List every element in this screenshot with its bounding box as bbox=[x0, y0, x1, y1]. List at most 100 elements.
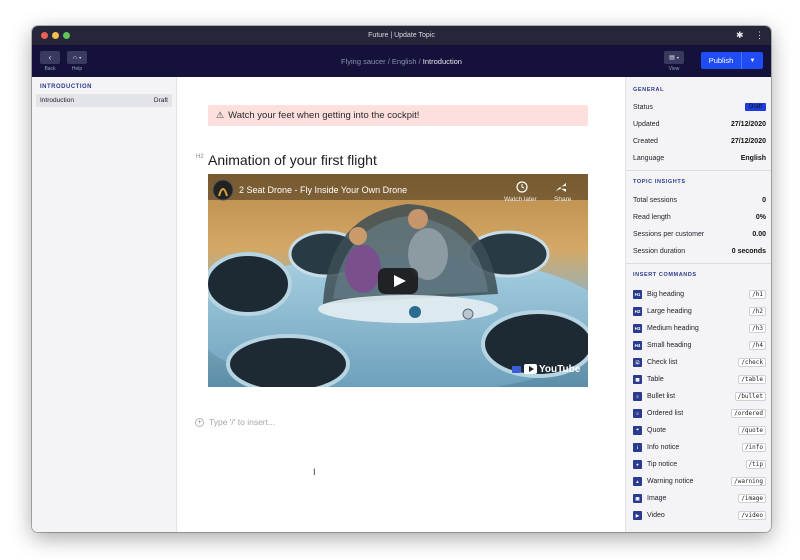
command-label: Quote bbox=[647, 426, 667, 434]
heading-2-icon: H2 bbox=[633, 306, 642, 316]
command-shortcut: /warning bbox=[731, 476, 766, 486]
created-label: Created bbox=[633, 137, 658, 145]
publish-button[interactable]: Publish ▼ bbox=[701, 52, 763, 69]
command-shortcut: /h3 bbox=[749, 323, 766, 333]
editor[interactable]: ⚠ Watch your feet when getting into the … bbox=[178, 77, 625, 532]
read-length-value: 0% bbox=[755, 213, 766, 221]
help-caption: Help bbox=[71, 66, 83, 72]
command-shortcut: /h4 bbox=[749, 340, 766, 350]
language-value[interactable]: English bbox=[741, 155, 766, 162]
watch-later-label[interactable]: Watch later bbox=[504, 196, 537, 203]
command-tip-notice[interactable]: ● Tip notice /tip bbox=[633, 458, 766, 470]
command-label: Large heading bbox=[647, 307, 692, 315]
command-video[interactable]: ▶ Video /video bbox=[633, 509, 766, 521]
warning-notice-text[interactable]: Watch your feet when getting into the co… bbox=[228, 110, 419, 121]
command-shortcut: /info bbox=[741, 442, 766, 452]
plus-icon[interactable]: + bbox=[195, 417, 204, 427]
read-length-row: Read length 0% bbox=[633, 211, 766, 223]
warning-notice[interactable]: ⚠ Watch your feet when getting into the … bbox=[208, 105, 588, 126]
session-duration-value: 0 seconds bbox=[731, 247, 766, 255]
command-label: Small heading bbox=[647, 341, 692, 349]
lightbulb-icon: ● bbox=[633, 459, 642, 469]
breadcrumb-language[interactable]: English bbox=[392, 57, 417, 66]
command-shortcut: /ordered bbox=[731, 408, 766, 418]
video-icon: ▶ bbox=[633, 510, 642, 520]
breadcrumb: Flying saucer / English / Introduction bbox=[341, 57, 462, 66]
command-large-heading[interactable]: H2 Large heading /h2 bbox=[633, 305, 766, 317]
command-shortcut: /check bbox=[738, 357, 766, 367]
status-label: Status bbox=[633, 103, 653, 111]
read-length-label: Read length bbox=[633, 213, 671, 221]
command-warning-notice[interactable]: ▲ Warning notice /warning bbox=[633, 475, 766, 487]
insights-heading: TOPIC INSIGHTS bbox=[633, 179, 686, 185]
created-value: 27/12/2020 bbox=[730, 137, 766, 145]
sidebar-heading: INTRODUCTION bbox=[40, 84, 92, 90]
sessions-per-customer-value: 0.00 bbox=[752, 230, 766, 238]
command-quote[interactable]: ❝ Quote /quote bbox=[633, 424, 766, 436]
publish-dropdown-icon[interactable]: ▼ bbox=[742, 58, 763, 64]
command-label: Tip notice bbox=[647, 460, 678, 468]
view-caption: View bbox=[668, 66, 680, 72]
command-table[interactable]: ▦ Table /table bbox=[633, 373, 766, 385]
info-icon: i bbox=[633, 442, 642, 452]
youtube-brand[interactable]: YouTube bbox=[539, 364, 580, 375]
status-badge: Draft bbox=[153, 97, 168, 104]
status-row: Status Draft bbox=[633, 101, 766, 113]
back-caption: Back bbox=[44, 66, 56, 72]
command-bullet-list[interactable]: ≡ Bullet list /bullet bbox=[633, 390, 766, 402]
captions-icon[interactable] bbox=[512, 366, 521, 373]
close-window-button[interactable] bbox=[41, 32, 48, 39]
command-label: Info notice bbox=[647, 443, 680, 451]
command-big-heading[interactable]: H1 Big heading /h1 bbox=[633, 288, 766, 300]
youtube-embed[interactable]: 2 Seat Drone - Fly Inside Your Own Drone… bbox=[208, 174, 588, 387]
checklist-icon: ☑ bbox=[633, 357, 642, 367]
chevron-down-icon: ▾ bbox=[676, 55, 679, 60]
more-menu-icon[interactable]: ⋮ bbox=[755, 30, 764, 40]
heading-level-tag: H2 bbox=[196, 154, 204, 160]
command-label: Big heading bbox=[647, 290, 684, 298]
extensions-icon[interactable]: ✱ bbox=[736, 30, 746, 40]
publish-label: Publish bbox=[708, 56, 734, 65]
command-ordered-list[interactable]: ≡ Ordered list /ordered bbox=[633, 407, 766, 419]
sessions-per-customer-row: Sessions per customer 0.00 bbox=[633, 228, 766, 240]
command-label: Video bbox=[647, 511, 665, 519]
command-small-heading[interactable]: H4 Small heading /h4 bbox=[633, 339, 766, 351]
view-button[interactable]: ▤ ▾ bbox=[664, 51, 684, 64]
insert-placeholder[interactable]: Type '/' to insert... bbox=[209, 417, 275, 427]
total-sessions-label: Total sessions bbox=[633, 196, 677, 204]
window-controls bbox=[41, 32, 70, 39]
properties-panel: GENERAL Status Draft Updated 27/12/2020 … bbox=[625, 77, 771, 532]
breadcrumb-topic[interactable]: Flying saucer bbox=[341, 57, 386, 66]
topic-sidebar: INTRODUCTION Introduction Draft bbox=[32, 77, 177, 532]
command-shortcut: /h1 bbox=[749, 289, 766, 299]
heading-4-icon: H4 bbox=[633, 340, 642, 350]
share-label[interactable]: Share bbox=[554, 196, 571, 203]
updated-value: 27/12/2020 bbox=[730, 120, 766, 128]
command-label: Ordered list bbox=[647, 409, 684, 417]
sidebar-item-introduction[interactable]: Introduction Draft bbox=[36, 94, 172, 107]
ordered-list-icon: ≡ bbox=[633, 408, 642, 418]
video-title[interactable]: 2 Seat Drone - Fly Inside Your Own Drone bbox=[239, 185, 407, 195]
general-heading: GENERAL bbox=[633, 87, 665, 93]
content-heading[interactable]: Animation of your first flight bbox=[208, 152, 377, 168]
language-row[interactable]: Language English bbox=[633, 152, 766, 164]
command-shortcut: /bullet bbox=[734, 391, 766, 401]
layout-icon: ▤ bbox=[669, 55, 675, 61]
command-label: Warning notice bbox=[647, 477, 694, 485]
text-cursor-icon: I bbox=[313, 467, 316, 477]
command-image[interactable]: ▣ Image /image bbox=[633, 492, 766, 504]
command-info-notice[interactable]: i Info notice /info bbox=[633, 441, 766, 453]
command-medium-heading[interactable]: H3 Medium heading /h3 bbox=[633, 322, 766, 334]
updated-label: Updated bbox=[633, 120, 660, 128]
command-label: Medium heading bbox=[647, 324, 699, 332]
created-row: Created 27/12/2020 bbox=[633, 135, 766, 147]
insert-line[interactable]: + Type '/' to insert... bbox=[195, 417, 275, 427]
commands-heading: INSERT COMMANDS bbox=[633, 272, 697, 278]
sidebar-item-label: Introduction bbox=[40, 97, 74, 104]
minimize-window-button[interactable] bbox=[52, 32, 59, 39]
video-thumbnail bbox=[208, 174, 588, 387]
maximize-window-button[interactable] bbox=[63, 32, 70, 39]
command-shortcut: /h2 bbox=[749, 306, 766, 316]
command-check-list[interactable]: ☑ Check list /check bbox=[633, 356, 766, 368]
command-shortcut: /table bbox=[738, 374, 766, 384]
